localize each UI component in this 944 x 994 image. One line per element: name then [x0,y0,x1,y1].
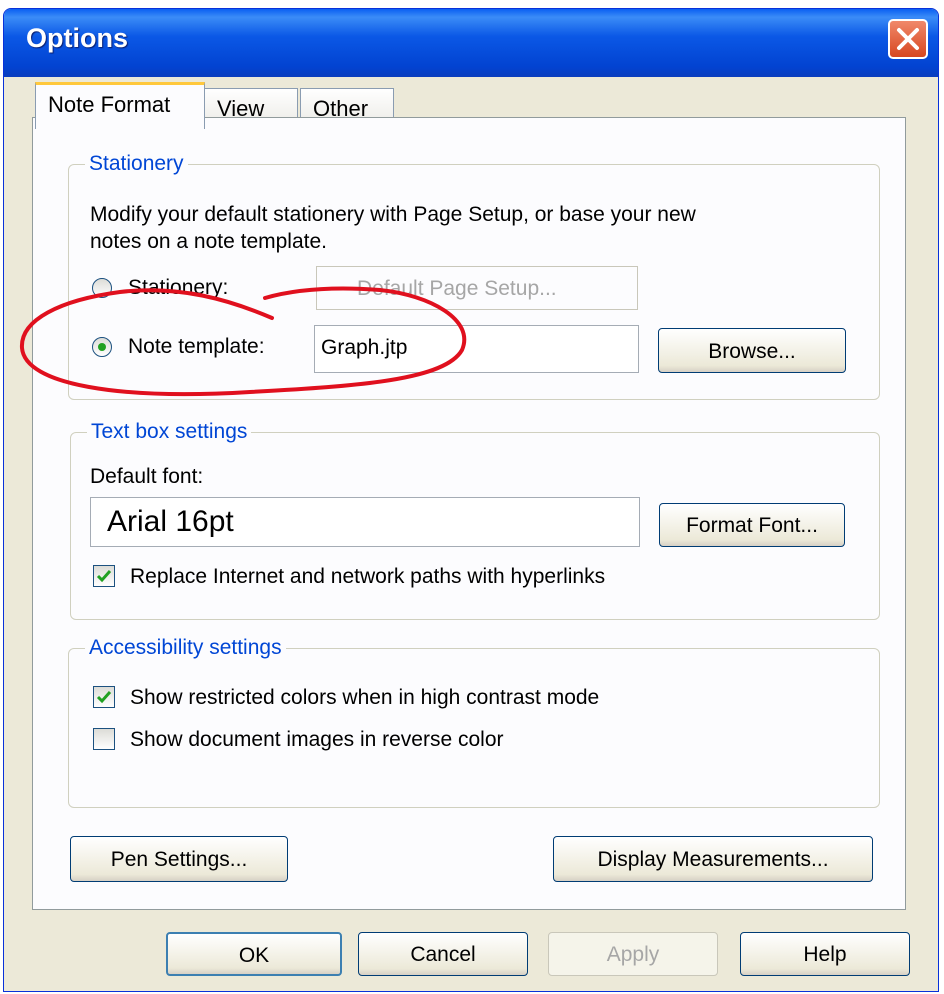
cancel-button[interactable]: Cancel [358,932,528,976]
display-measurements-label: Display Measurements... [597,848,829,871]
window-title: Options [26,23,128,53]
stationery-legend: Stationery [85,152,188,176]
stationery-radio-label: Stationery: [128,276,229,299]
ok-button-label: OK [238,944,270,967]
help-button[interactable]: Help [740,932,910,976]
reverse-color-label: Show document images in reverse color [130,728,504,751]
note-template-value: Graph.jtp [321,336,408,359]
radio-selected-dot [98,343,106,351]
browse-button-label: Browse... [708,340,796,363]
stationery-description-line1: Modify your default stationery with Page… [90,203,696,226]
replace-paths-label: Replace Internet and network paths with … [130,565,606,588]
note-template-radio-label: Note template: [128,335,265,358]
default-font-value: Arial 16pt [107,505,234,538]
default-page-setup-label: Default Page Setup... [357,277,557,300]
display-measurements-button[interactable]: Display Measurements... [553,836,873,882]
cancel-button-label: Cancel [410,943,476,966]
title-bar[interactable]: Options [4,9,938,77]
ok-button[interactable]: OK [166,932,342,976]
stationery-description-line2: notes on a note template. [90,230,327,253]
checkmark-icon [96,691,112,704]
close-icon [897,28,919,50]
help-button-label: Help [803,943,847,966]
tab-note-format[interactable]: Note Format [35,82,205,129]
apply-button[interactable]: Apply [548,932,718,976]
restricted-colors-label: Show restricted colors when in high cont… [130,686,600,709]
restricted-colors-checkbox[interactable] [93,686,115,708]
note-template-field[interactable]: Graph.jtp [314,325,639,373]
default-font-field[interactable]: Arial 16pt [90,497,640,547]
tab-note-format-label: Note Format [48,92,171,117]
format-font-button-label: Format Font... [686,514,818,537]
browse-button[interactable]: Browse... [658,328,846,373]
apply-button-label: Apply [606,943,660,966]
accessibility-settings-legend: Accessibility settings [85,636,286,660]
format-font-button[interactable]: Format Font... [659,503,845,547]
close-button[interactable] [888,19,928,59]
pen-settings-label: Pen Settings... [110,848,248,871]
reverse-color-checkbox[interactable] [93,728,115,750]
default-page-setup-button[interactable]: Default Page Setup... [316,266,638,310]
replace-paths-checkbox[interactable] [93,565,115,587]
checkmark-icon [96,570,112,583]
note-template-radio[interactable] [92,337,112,357]
stationery-radio[interactable] [92,278,112,298]
textbox-settings-legend: Text box settings [87,420,252,444]
pen-settings-button[interactable]: Pen Settings... [70,836,288,882]
default-font-label: Default font: [90,465,204,488]
